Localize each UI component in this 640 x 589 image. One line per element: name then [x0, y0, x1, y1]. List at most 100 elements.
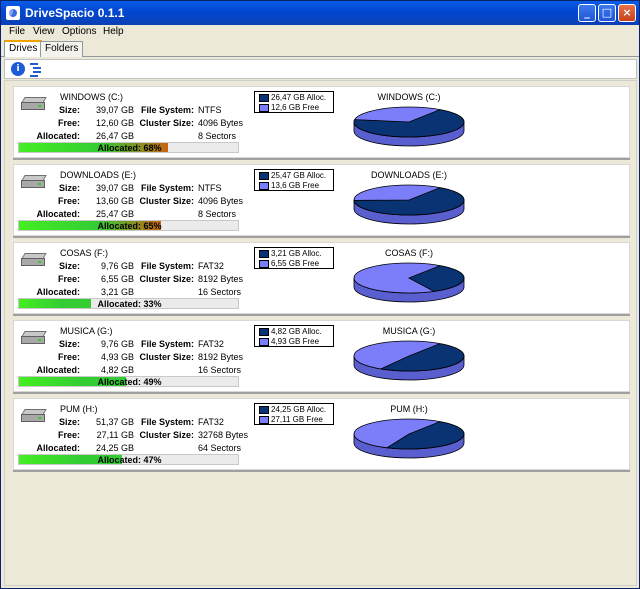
- size-value: 39,07 GB: [95, 105, 134, 115]
- legend-alloc: 3,21 GB Alloc.: [257, 249, 331, 259]
- size-label: Size:: [58, 339, 80, 349]
- allocation-progress-bar: Allocated: 68%: [18, 142, 239, 153]
- menu-file[interactable]: File: [9, 26, 25, 37]
- tab-folders[interactable]: Folders: [40, 41, 84, 57]
- cluster-size-value: 4096 Bytes: [198, 118, 244, 128]
- legend-swatch-free: [259, 260, 269, 268]
- chart-legend: 24,25 GB Alloc. 27,11 GB Free: [254, 403, 334, 425]
- legend-free: 12,6 GB Free: [257, 103, 331, 113]
- legend-alloc-text: 24,25 GB Alloc.: [271, 405, 327, 414]
- sectors-value: 16 Sectors: [198, 287, 242, 297]
- legend-free: 13,6 GB Free: [257, 181, 331, 191]
- pie-chart: [353, 418, 465, 459]
- drive-name: WINDOWS (C:): [60, 92, 123, 102]
- info-icon[interactable]: i: [11, 62, 25, 76]
- legend-free: 27,11 GB Free: [257, 415, 331, 425]
- tab-drives[interactable]: Drives: [4, 40, 43, 57]
- pie-chart: [353, 106, 465, 147]
- pie-chart-title: DOWNLOADS (E:): [370, 170, 447, 180]
- pie-chart-title: PUM (H:): [390, 404, 428, 414]
- allocation-progress-text: Allocated: 49%: [97, 377, 162, 387]
- file-system-label: File System:: [140, 417, 194, 427]
- free-value: 6,55 GB: [100, 274, 134, 284]
- sectors-value: 8 Sectors: [198, 131, 237, 141]
- cluster-size-label: Cluster Size:: [139, 118, 194, 128]
- file-system-value: NTFS: [198, 183, 222, 193]
- file-system-label: File System:: [140, 183, 194, 193]
- file-system-label: File System:: [140, 339, 194, 349]
- allocated-value: 26,47 GB: [95, 131, 134, 141]
- close-button[interactable]: ×: [618, 4, 636, 22]
- toolbar: i: [4, 59, 637, 79]
- legend-free-text: 6,55 GB Free: [271, 259, 320, 268]
- size-label: Size:: [58, 261, 80, 271]
- drive-name: PUM (H:): [60, 404, 98, 414]
- legend-alloc: 24,25 GB Alloc.: [257, 405, 331, 415]
- allocated-label: Allocated:: [36, 209, 80, 219]
- chart-legend: 26,47 GB Alloc. 12,6 GB Free: [254, 91, 334, 113]
- legend-free-text: 12,6 GB Free: [271, 103, 320, 112]
- size-value: 9,76 GB: [100, 261, 134, 271]
- chart-legend: 4,82 GB Alloc. 4,93 GB Free: [254, 325, 334, 347]
- app-icon: [6, 6, 20, 20]
- allocated-value: 24,25 GB: [95, 443, 134, 453]
- drive-name: MUSICA (G:): [60, 326, 113, 336]
- file-system-value: FAT32: [198, 417, 224, 427]
- title-bar[interactable]: DriveSpacio 0.1.1 _ □ ×: [1, 1, 639, 25]
- legend-free: 4,93 GB Free: [257, 337, 331, 347]
- allocation-progress-bar: Allocated: 49%: [18, 376, 239, 387]
- free-label: Free:: [57, 118, 80, 128]
- drive-panel: PUM (H:) Size: Free: Allocated: 51,37 GB 27,1…: [13, 398, 630, 470]
- free-label: Free:: [57, 352, 80, 362]
- menu-view[interactable]: View: [33, 26, 55, 37]
- legend-alloc: 26,47 GB Alloc.: [257, 93, 331, 103]
- allocation-progress-text: Allocated: 65%: [97, 221, 162, 231]
- legend-free-text: 13,6 GB Free: [271, 181, 320, 190]
- legend-free-text: 4,93 GB Free: [271, 337, 320, 346]
- cluster-size-label: Cluster Size:: [139, 430, 194, 440]
- drive-list: WINDOWS (C:) Size: Free: Allocated: 39,07 GB…: [4, 80, 637, 586]
- minimize-button[interactable]: _: [578, 4, 596, 22]
- allocated-value: 4,82 GB: [100, 365, 134, 375]
- legend-free: 6,55 GB Free: [257, 259, 331, 269]
- allocation-progress-text: Allocated: 68%: [97, 143, 162, 153]
- allocated-label: Allocated:: [36, 287, 80, 297]
- size-label: Size:: [58, 105, 80, 115]
- menu-options[interactable]: Options: [62, 26, 96, 37]
- cluster-size-value: 8192 Bytes: [198, 352, 244, 362]
- chart-legend: 3,21 GB Alloc. 6,55 GB Free: [254, 247, 334, 269]
- cluster-size-label: Cluster Size:: [139, 274, 194, 284]
- app-window: DriveSpacio 0.1.1 _ □ × File View Option…: [0, 0, 640, 589]
- allocated-value: 25,47 GB: [95, 209, 134, 219]
- free-value: 4,93 GB: [100, 352, 134, 362]
- sectors-value: 8 Sectors: [198, 209, 237, 219]
- allocated-label: Allocated:: [36, 131, 80, 141]
- legend-swatch-free: [259, 182, 269, 190]
- pie-chart: [353, 340, 465, 381]
- legend-alloc-text: 25,47 GB Alloc.: [271, 171, 327, 180]
- allocation-progress-bar: Allocated: 65%: [18, 220, 239, 231]
- size-value: 9,76 GB: [100, 339, 134, 349]
- allocation-progress-bar: Allocated: 33%: [18, 298, 239, 309]
- cluster-size-value: 4096 Bytes: [198, 196, 244, 206]
- legend-alloc-text: 26,47 GB Alloc.: [271, 93, 327, 102]
- drive-panel: COSAS (F:) Size: Free: Allocated: 9,76 GB 6,5…: [13, 242, 630, 314]
- menu-help[interactable]: Help: [103, 26, 124, 37]
- file-system-value: FAT32: [198, 261, 224, 271]
- drive-panel: WINDOWS (C:) Size: Free: Allocated: 39,07 GB…: [13, 86, 630, 158]
- size-label: Size:: [58, 183, 80, 193]
- legend-swatch-free: [259, 104, 269, 112]
- allocation-progress-bar: Allocated: 47%: [18, 454, 239, 465]
- file-system-label: File System:: [140, 105, 194, 115]
- cluster-size-label: Cluster Size:: [139, 196, 194, 206]
- legend-swatch-alloc: [259, 406, 269, 414]
- free-label: Free:: [57, 430, 80, 440]
- maximize-button[interactable]: □: [598, 4, 616, 22]
- tree-view-icon[interactable]: [30, 62, 42, 77]
- free-value: 12,60 GB: [95, 118, 134, 128]
- legend-alloc: 4,82 GB Alloc.: [257, 327, 331, 337]
- legend-alloc-text: 3,21 GB Alloc.: [271, 249, 322, 258]
- sectors-value: 16 Sectors: [198, 365, 242, 375]
- legend-swatch-alloc: [259, 172, 269, 180]
- file-system-value: FAT32: [198, 339, 224, 349]
